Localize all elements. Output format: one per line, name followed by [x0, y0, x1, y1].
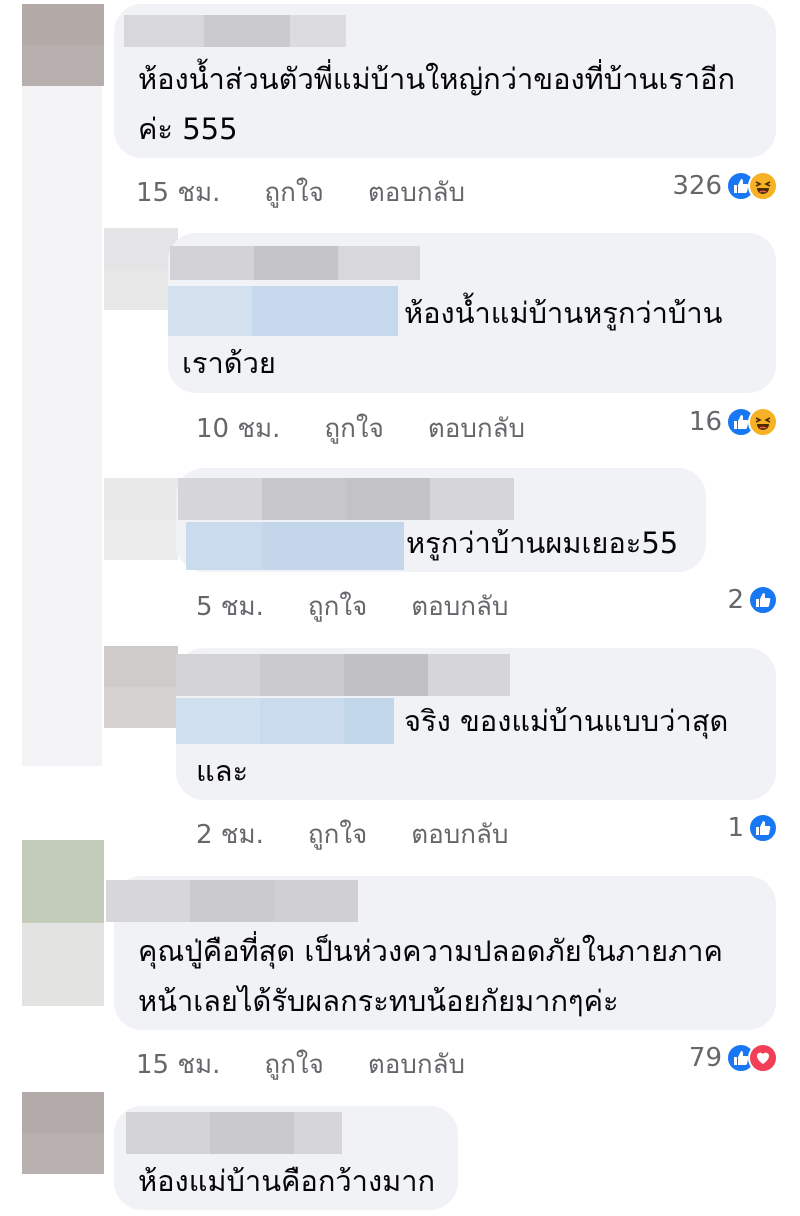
like-button[interactable]: ถูกใจ — [264, 1044, 323, 1085]
comment-text: และ — [196, 754, 249, 788]
comment-timestamp[interactable]: 2 ชม. — [196, 814, 264, 855]
love-icon — [748, 1043, 778, 1073]
avatar[interactable] — [22, 840, 104, 1006]
like-button[interactable]: ถูกใจ — [308, 586, 367, 627]
haha-icon — [748, 407, 778, 437]
comment-text: เราด้วย — [182, 346, 276, 380]
reaction-summary[interactable]: 16 — [689, 404, 778, 440]
reply-button[interactable]: ตอบกลับ — [368, 172, 465, 213]
comment-actions: 15 ชม. ถูกใจ ตอบกลับ — [136, 174, 465, 210]
reaction-summary[interactable]: 1 — [727, 810, 778, 846]
comment-timestamp[interactable]: 15 ชม. — [136, 172, 220, 213]
comment-text: ค่ะ 555 — [138, 112, 238, 146]
reply-button[interactable]: ตอบกลับ — [411, 586, 508, 627]
comment-timestamp[interactable]: 5 ชม. — [196, 586, 264, 627]
mention-tag-redacted[interactable] — [176, 698, 394, 744]
reaction-summary[interactable]: 326 — [672, 168, 778, 204]
comment-text: คุณปู่คือที่สุด เป็นห่วงความปลอดภัยในภาย… — [138, 934, 723, 968]
haha-icon — [748, 171, 778, 201]
mention-tag-redacted[interactable] — [168, 286, 398, 336]
like-icon — [748, 813, 778, 843]
commenter-name-redacted[interactable] — [106, 880, 358, 922]
avatar[interactable] — [22, 1092, 104, 1174]
reply-button[interactable]: ตอบกลับ — [411, 814, 508, 855]
reaction-summary[interactable]: 79 — [689, 1040, 778, 1076]
reaction-summary[interactable]: 2 — [727, 582, 778, 618]
commenter-name-redacted[interactable] — [126, 1112, 342, 1154]
reply-button[interactable]: ตอบกลับ — [368, 1044, 465, 1085]
comment-timestamp[interactable]: 10 ชม. — [196, 408, 280, 449]
reaction-count: 326 — [672, 171, 722, 201]
thread-line — [22, 86, 102, 766]
avatar[interactable] — [104, 228, 178, 310]
mention-tag-redacted[interactable] — [186, 522, 404, 570]
commenter-name-redacted[interactable] — [170, 246, 420, 280]
comment-text: หรูกว่าบ้านผมเยอะ55 — [406, 526, 679, 560]
commenter-name-redacted[interactable] — [178, 478, 514, 520]
commenter-name-redacted[interactable] — [124, 15, 346, 47]
reaction-count: 2 — [727, 585, 744, 615]
avatar[interactable] — [104, 478, 178, 560]
comment-actions: 10 ชม. ถูกใจ ตอบกลับ — [196, 410, 525, 446]
avatar[interactable] — [104, 646, 178, 728]
comment-timestamp[interactable]: 15 ชม. — [136, 1044, 220, 1085]
comment-text: ห้องน้ำส่วนตัวพี่แม่บ้านใหญ่กว่าของที่บ้… — [138, 62, 736, 96]
like-button[interactable]: ถูกใจ — [324, 408, 383, 449]
comment-actions: 5 ชม. ถูกใจ ตอบกลับ — [196, 588, 508, 624]
like-icon — [748, 585, 778, 615]
like-button[interactable]: ถูกใจ — [264, 172, 323, 213]
comment-text: จริง ของแม่บ้านแบบว่าสุด — [404, 704, 729, 738]
comment-text: หน้าเลยได้รับผลกระทบน้อยกัยมากๆค่ะ — [138, 984, 619, 1018]
comment-actions: 15 ชม. ถูกใจ ตอบกลับ — [136, 1046, 465, 1082]
reaction-count: 16 — [688, 407, 722, 437]
avatar[interactable] — [22, 4, 104, 86]
commenter-name-redacted[interactable] — [176, 654, 510, 696]
reaction-count: 1 — [727, 813, 744, 843]
comment-text: ห้องน้ำแม่บ้านหรูกว่าบ้าน — [404, 296, 723, 330]
comment-actions: 2 ชม. ถูกใจ ตอบกลับ — [196, 816, 508, 852]
comment-text: ห้องแม่บ้านคือกว้างมาก — [138, 1164, 436, 1198]
reply-button[interactable]: ตอบกลับ — [428, 408, 525, 449]
like-button[interactable]: ถูกใจ — [308, 814, 367, 855]
reaction-count: 79 — [688, 1043, 722, 1073]
